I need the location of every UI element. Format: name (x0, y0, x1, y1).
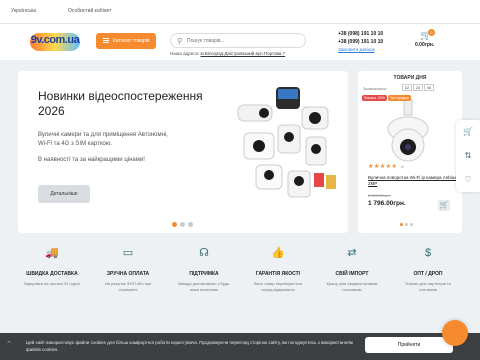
cart-icon: 🛒 (439, 202, 449, 209)
callback-link[interactable]: Замовити дзвінок (338, 46, 375, 54)
product-name[interactable]: Вулична поворотна Wi-Fi ip камера Anbiux… (368, 175, 458, 187)
top-sales-tag: Топ продаж (388, 95, 411, 101)
timer-minutes: 23 (413, 84, 423, 91)
timer-label: Залишилось: (363, 86, 388, 91)
store-address: Наша адреса: м.Білгород-Дністровський ву… (170, 51, 285, 56)
cookie-banner: Цей сайт використовує файли cookies для … (0, 333, 480, 360)
feature-desc: Завжди допоможемо з будь-яким питанням (177, 281, 231, 292)
cart-count: 0 (428, 29, 435, 36)
thumbs-up-icon: 👍 (271, 247, 285, 259)
product-dot[interactable] (400, 223, 403, 226)
site-logo[interactable]: 9v.com.ua (30, 31, 82, 53)
header: 9v.com.ua Каталог товарів ⚲ Наша адреса:… (0, 24, 480, 60)
cameras-image (237, 87, 336, 198)
day-product-card: ТОВАРИ ДНЯ Залишилось: 22 23 46 Знижка -20… (358, 71, 462, 233)
truck-icon: 🚚 (45, 247, 59, 259)
banner-dot[interactable] (180, 222, 185, 227)
feature-quality: 👍 ГАРАНТІЯ ЯКОСТІ Весь товар перевіряєть… (248, 245, 308, 293)
search-icon[interactable]: ⚲ (177, 37, 182, 45)
cart-button[interactable]: 🛒 0 0.00грн. (415, 29, 450, 54)
compare-icon[interactable]: ⇅ (462, 150, 474, 162)
feature-desc: На рахунок ФОП або при отриманні (104, 281, 152, 292)
feature-title: ШВИДКА ДОСТАВКА (26, 271, 78, 277)
feature-desc: Знижки для партнерів та оптовиків (405, 281, 451, 292)
banner-title: Новинки відеоспостереження 2026 (38, 89, 203, 118)
feature-wholesale: $ ОПТ / ДРОП Знижки для партнерів та опт… (398, 245, 458, 293)
product-pagination (400, 222, 415, 228)
heart-icon[interactable]: ♡ (462, 174, 474, 186)
feature-payment: ▭ ЗРУЧНА ОПЛАТА На рахунок ФОП або при о… (98, 245, 158, 293)
feature-title: ОПТ / ДРОП (413, 271, 443, 277)
banner-dot[interactable] (188, 222, 193, 227)
features-row: 🚚 ШВИДКА ДОСТАВКА Відправка на протязі 2… (18, 245, 462, 333)
top-bar: Українська Особистий кабінет (0, 0, 480, 24)
headset-icon: ☊ (199, 247, 209, 259)
add-to-cart-button[interactable]: 🛒 (438, 200, 450, 211)
address-link[interactable]: м.Білгород-Дністровський вул.Портова 7 (201, 51, 286, 56)
banner-pagination (172, 222, 196, 229)
feature-title: СВІЙ ІМПОРТ (335, 271, 369, 277)
cart-icon[interactable]: 🛒 (462, 126, 474, 138)
discount-tag: Знижка -20% (362, 95, 388, 101)
account-link[interactable]: Особистий кабінет (68, 8, 111, 14)
phone-2[interactable]: +38 (099) 191 10 10 (338, 38, 383, 46)
banner-more-button[interactable]: Детальніше (38, 185, 90, 203)
star-icons: ★★★★★ (368, 164, 398, 170)
product-rating: ★★★★★ 0 (368, 163, 404, 170)
dollar-icon: $ (424, 247, 432, 259)
banner-dot[interactable] (172, 222, 177, 227)
feature-desc: Весь товар перевіряється перед відправко… (253, 281, 303, 292)
product-image[interactable] (368, 95, 450, 167)
review-count: 0 (401, 164, 405, 169)
cookie-accept-button[interactable]: Прийняти (365, 337, 453, 353)
feature-title: ГАРАНТІЯ ЯКОСТІ (255, 271, 301, 277)
catalog-button[interactable]: Каталог товарів (96, 33, 156, 49)
scroll-up-icon[interactable]: ⌃ (6, 340, 12, 348)
import-icon: ⇄ (347, 247, 357, 259)
menu-icon (103, 38, 109, 43)
feature-desc: Відправка на протязі 24 годин (24, 281, 80, 286)
countdown-timer: 22 23 46 (402, 84, 435, 91)
language-selector[interactable]: Українська (11, 8, 36, 14)
search-input[interactable] (187, 36, 303, 46)
phones-block: +38 (098) 191 10 10 +38 (099) 191 10 10 … (338, 30, 383, 52)
chat-button[interactable] (442, 320, 468, 346)
feature-delivery: 🚚 ШВИДКА ДОСТАВКА Відправка на протязі 2… (22, 245, 82, 287)
product-dot[interactable] (410, 223, 413, 226)
product-price: 1 796.00грн. (368, 200, 406, 207)
timer-seconds: 46 (424, 84, 434, 91)
catalog-label: Каталог товарів (113, 38, 150, 44)
feature-desc: Кращі ціни завдяки прямим поставкам (326, 281, 378, 292)
main-banner: Новинки відеоспостереження 2026 Вуличні … (18, 71, 348, 233)
logo-text: 9v.com.ua (30, 34, 80, 46)
address-prefix: Наша адреса: (170, 51, 200, 56)
feature-support: ☊ ПІДТРИМКА Завжди допоможемо з будь-яки… (174, 245, 234, 293)
day-product-title: ТОВАРИ ДНЯ (393, 75, 427, 81)
floating-toolbar: 🛒 ⇅ ♡ (456, 120, 480, 192)
search-box: ⚲ (170, 33, 306, 48)
old-price: 2 245.00грн. (368, 193, 391, 198)
feature-title: ЗРУЧНА ОПЛАТА (106, 271, 150, 277)
banner-stock-note: В наявності та за найкращими цінами! (38, 157, 145, 163)
phone-1[interactable]: +38 (098) 191 10 10 (338, 30, 383, 38)
card-icon: ▭ (122, 247, 134, 259)
product-dot[interactable] (405, 223, 408, 226)
feature-import: ⇄ СВІЙ ІМПОРТ Кращі ціни завдяки прямим … (322, 245, 382, 293)
feature-title: ПІДТРИМКА (189, 271, 219, 277)
banner-description: Вуличні камери та для приміщення Автоном… (38, 132, 168, 147)
cookie-message: Цей сайт використовує файли cookies для … (26, 340, 353, 352)
cart-total: 0.00грн. (415, 42, 435, 48)
timer-hours: 22 (402, 84, 412, 91)
